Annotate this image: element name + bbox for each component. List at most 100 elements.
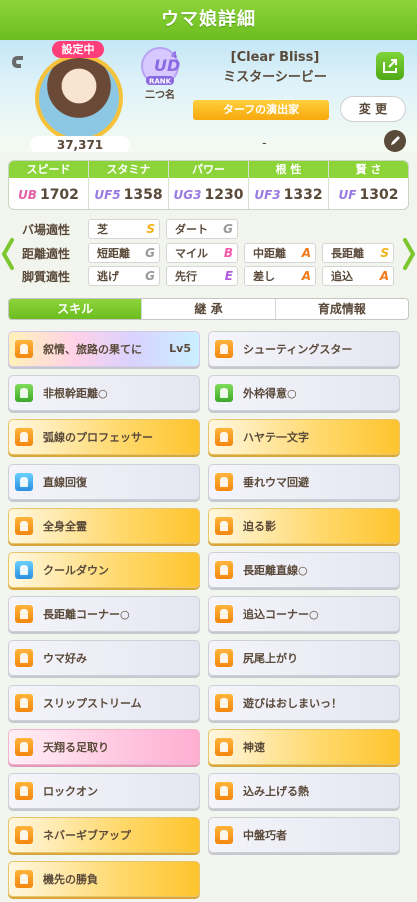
aptitude-name: 中距離 (253, 247, 286, 260)
skill-icon (15, 340, 33, 358)
status-panel: スピード UB 1702 スタミナ UF5 1358 パワー UG3 1230 根 性 UF3 133… (8, 160, 409, 210)
skill-name: 非根幹距離○ (43, 387, 108, 401)
skill-name: 外枠得意○ (243, 387, 297, 401)
aptitude-name: 芝 (97, 223, 108, 236)
aptitude-grade: G (145, 269, 155, 283)
character-name: ミスターシービー (223, 70, 327, 85)
screen-title: ウマ娘詳細 (0, 0, 417, 40)
aptitude-cell: 先行 E (166, 266, 238, 286)
skill-icon (215, 428, 233, 447)
aptitude-grade: A (301, 246, 311, 260)
skill-item[interactable]: スリップストリーム (8, 684, 200, 721)
stat-column: パワー UG3 1230 (169, 161, 249, 209)
back-icon[interactable] (8, 52, 28, 72)
skill-item[interactable]: ハヤテ一文字 (208, 419, 400, 456)
stat-label: スピード (9, 161, 88, 178)
skill-name: 遊びはおしまいっ！ (243, 696, 342, 710)
skill-icon (215, 605, 233, 624)
skill-name: 叙情、旅路の果てに (43, 343, 142, 356)
aptitude-cell: 中距離 A (244, 243, 316, 263)
skill-item[interactable]: 神速 (208, 728, 400, 765)
character-portrait[interactable] (35, 54, 123, 142)
skill-item[interactable]: 叙情、旅路の果てに Lv5 (8, 331, 200, 367)
skill-item[interactable]: 尻尾上がり (208, 640, 400, 677)
aptitude-grade: S (146, 222, 155, 236)
aptitude-grade: A (301, 269, 311, 283)
nickname-tag: ターフの演出家 (193, 100, 329, 120)
aptitude-cell: 芝S (88, 219, 160, 239)
skill-name: クールダウン (43, 564, 109, 577)
stat-column: スピード UB 1702 (9, 161, 89, 209)
skill-icon (215, 472, 233, 491)
profile-hero: 設定中 37,371 UD 4 RANK 二つ名 [Clear Bliss] ミ… (0, 40, 417, 152)
share-button[interactable] (376, 52, 404, 80)
skill-item[interactable]: クールダウン (8, 552, 200, 588)
stat-column: スタミナ UF5 1358 (89, 161, 169, 209)
memo-placeholder: - (262, 136, 267, 151)
skill-icon (15, 737, 33, 756)
skill-item[interactable]: ネバーギブアップ (8, 817, 200, 854)
stat-column: 根 性 UF3 1332 (249, 161, 329, 209)
change-nickname-button[interactable]: 変 更 (340, 96, 406, 122)
stat-value: 1332 (283, 186, 323, 203)
previous-arrow-icon[interactable] (0, 236, 16, 272)
aptitude-cell: 短距離 G (88, 243, 160, 263)
skill-item[interactable]: 外枠得意○ (208, 375, 400, 412)
skill-icon (215, 384, 233, 403)
character-avatar (39, 58, 119, 138)
stat-label: 根 性 (249, 161, 328, 178)
aptitude-name: 短距離 (97, 247, 130, 260)
skill-icon (15, 693, 33, 712)
skill-item[interactable]: 全身全霊 (8, 507, 200, 544)
skill-item[interactable]: 弧線のプロフェッサー (8, 419, 200, 456)
skill-icon (215, 782, 233, 800)
aptitude-name: 逃げ (97, 270, 119, 283)
aptitude-name: マイル (175, 247, 208, 260)
tab-training-info[interactable]: 育成情報 (276, 299, 408, 319)
skill-item[interactable]: シューティングスター (208, 331, 400, 367)
aptitude-name: 長距離 (331, 247, 364, 260)
skill-item[interactable]: 迫る影 (208, 507, 400, 544)
next-arrow-icon[interactable] (401, 236, 417, 272)
skill-item[interactable]: 中盤巧者 (208, 817, 400, 854)
skill-icon (15, 384, 33, 403)
skill-item[interactable]: 長距離直線○ (208, 552, 400, 588)
aptitude-cell: 追込 A (322, 266, 394, 286)
aptitude-cell: 差し A (244, 266, 316, 286)
skill-icon (215, 516, 233, 535)
detail-tabs: スキル 継 承 育成情報 (8, 298, 409, 320)
skill-name: 垂れウマ回避 (243, 475, 309, 489)
skill-icon (215, 340, 233, 358)
skill-item[interactable]: 天翔る足取り (8, 728, 200, 765)
aptitude-name: ダート (175, 223, 208, 236)
skill-icon (215, 649, 233, 668)
skill-icon (15, 472, 33, 491)
skill-item[interactable]: 非根幹距離○ (8, 375, 200, 412)
distance-aptitude-label: 距離適性 (22, 246, 71, 261)
skill-item[interactable]: 機先の勝負 (8, 861, 200, 898)
skill-item[interactable]: ロックオン (8, 773, 200, 809)
skill-name: ウマ好み (43, 652, 87, 666)
skill-item[interactable]: 垂れウマ回避 (208, 463, 400, 500)
share-icon (383, 59, 397, 73)
edit-button[interactable] (384, 130, 406, 152)
skill-name: ロックオン (43, 785, 98, 798)
style-aptitude-row: 脚質適性 逃げ G 先行 E 差し A 追込 A (22, 266, 400, 286)
skill-item[interactable]: ウマ好み (8, 640, 200, 677)
skill-item[interactable]: 長距離コーナー○ (8, 596, 200, 633)
skill-item[interactable]: 込み上げる熱 (208, 773, 400, 809)
rank-badge-icon: UD 4 RANK (141, 47, 180, 86)
character-costume-title: [Clear Bliss] (230, 50, 320, 65)
skill-item[interactable]: 直線回復 (8, 463, 200, 500)
skill-name: 長距離コーナー○ (43, 608, 130, 622)
ground-aptitude-label: バ場適性 (22, 222, 71, 237)
skill-item[interactable]: 追込コーナー○ (208, 596, 400, 633)
rank-label: RANK (149, 78, 172, 86)
skill-name: ハヤテ一文字 (243, 431, 309, 445)
skill-item[interactable]: 遊びはおしまいっ！ (208, 684, 400, 721)
skill-name: 直線回復 (43, 475, 87, 489)
skill-name: シューティングスター (243, 343, 353, 356)
style-aptitude-label: 脚質適性 (22, 269, 71, 284)
tab-skills[interactable]: スキル (9, 299, 143, 319)
tab-inheritance[interactable]: 継 承 (142, 299, 276, 319)
